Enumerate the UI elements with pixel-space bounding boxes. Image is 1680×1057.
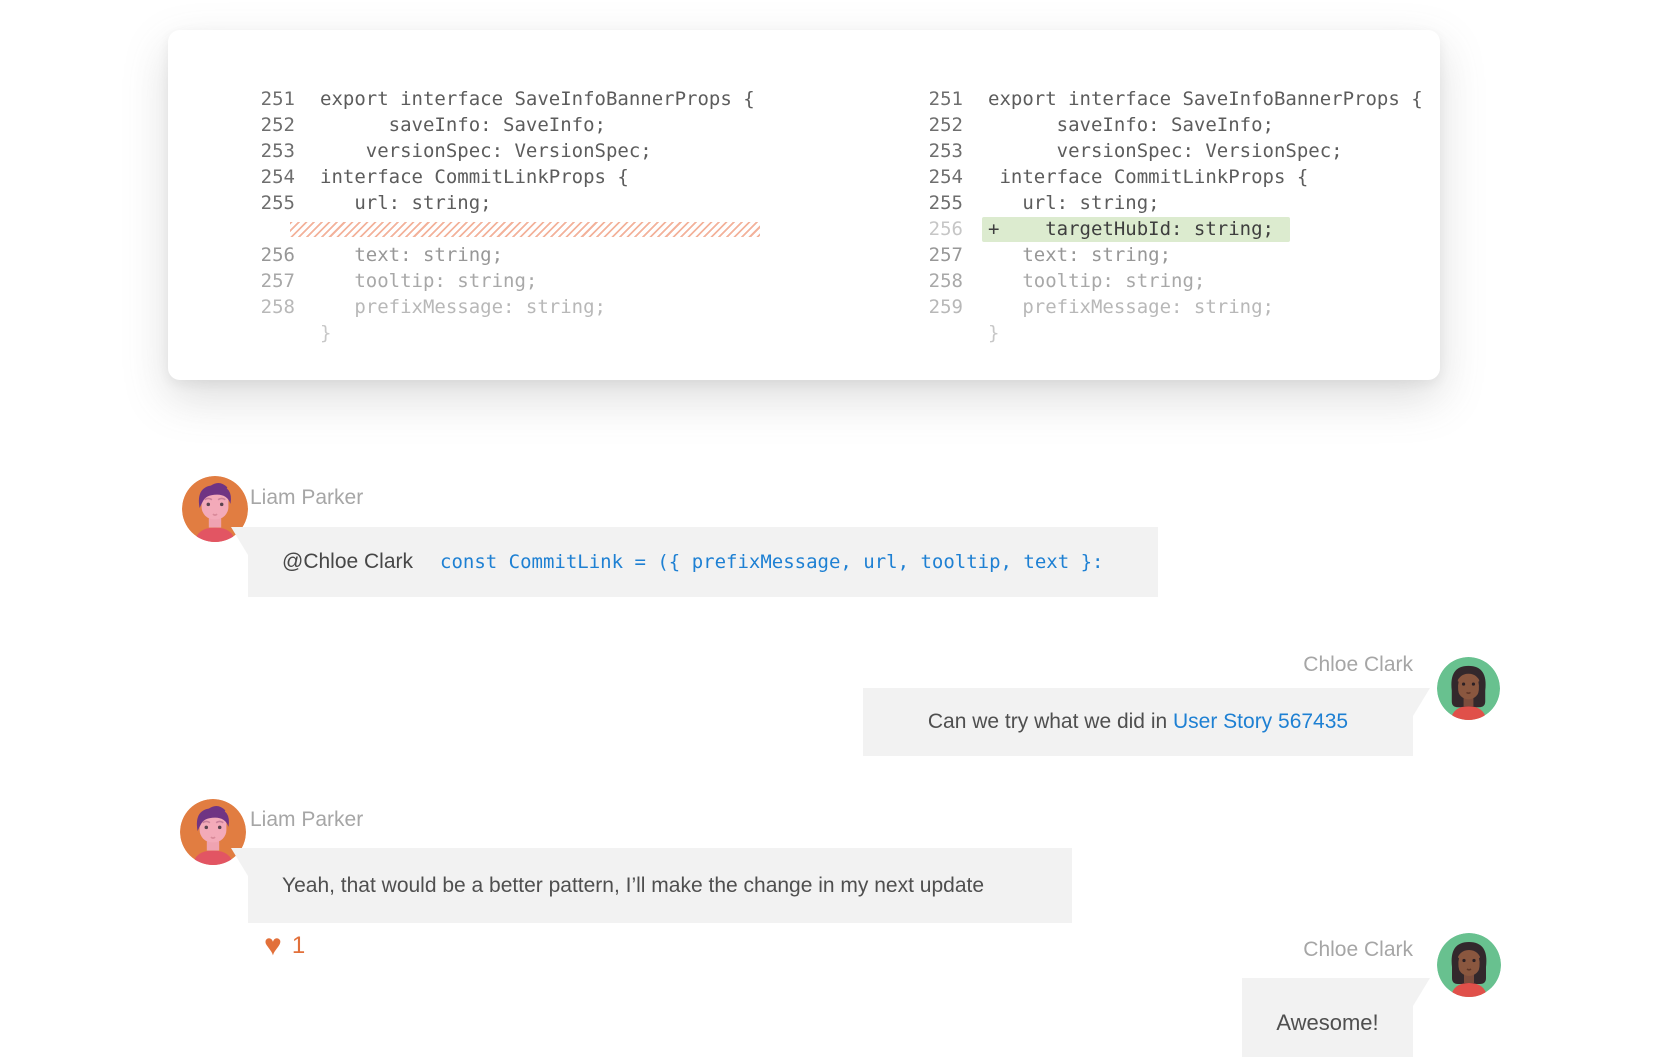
line-code: text: string;: [320, 244, 503, 266]
line-number: 255: [838, 192, 963, 214]
line-number: 255: [170, 192, 295, 214]
heart-reaction[interactable]: ♥ 1: [264, 931, 305, 961]
chat-bubble: @Chloe Clark const CommitLink = ({ prefi…: [248, 527, 1158, 597]
diff-line: 253 versionSpec: VersionSpec;: [170, 138, 760, 164]
diff-line: }: [838, 320, 1423, 346]
line-number: 253: [170, 140, 295, 162]
diff-line: 256 text: string;: [170, 242, 760, 268]
diff-line: 255 url: string;: [170, 190, 760, 216]
author-name: Chloe Clark: [1303, 938, 1413, 962]
diff-line: }: [170, 320, 760, 346]
line-code: prefixMessage: string;: [320, 296, 606, 318]
line-number: 257: [170, 270, 295, 292]
line-number: 253: [838, 140, 963, 162]
line-code: saveInfo: SaveInfo;: [320, 114, 606, 136]
diff-line: 258 prefixMessage: string;: [170, 294, 760, 320]
line-number: 256: [170, 244, 295, 266]
line-code: url: string;: [988, 192, 1160, 214]
line-code: interface CommitLinkProps {: [320, 166, 629, 188]
author-name: Liam Parker: [250, 486, 363, 510]
user-story-link[interactable]: User Story 567435: [1173, 710, 1348, 734]
author-name: Chloe Clark: [1303, 653, 1413, 677]
diff-line: 255 url: string;: [838, 190, 1423, 216]
inline-code: const CommitLink = ({ prefixMessage, url…: [440, 551, 1103, 573]
line-code: tooltip: string;: [988, 270, 1205, 292]
diff-line: 251 export interface SaveInfoBannerProps …: [838, 86, 1423, 112]
line-number: 257: [838, 244, 963, 266]
line-number: 254: [838, 166, 963, 188]
line-number: 252: [838, 114, 963, 136]
diff-line: 257 text: string;: [838, 242, 1423, 268]
chat-bubble: Yeah, that would be a better pattern, I’…: [248, 848, 1072, 923]
line-number: 256: [838, 218, 963, 240]
line-code: export interface SaveInfoBannerProps {: [988, 88, 1423, 110]
chloe-avatar: [1437, 933, 1501, 997]
message-text: Can we try what we did in: [928, 710, 1173, 734]
diff-line: 253 versionSpec: VersionSpec;: [838, 138, 1423, 164]
bubble-tail: [1413, 978, 1430, 1006]
line-number: 258: [838, 270, 963, 292]
message-text: Awesome!: [1276, 1010, 1378, 1036]
code-review-mock: 251 export interface SaveInfoBannerProps …: [0, 0, 1680, 1057]
line-number: 251: [170, 88, 295, 110]
line-number: 259: [838, 296, 963, 318]
line-number: 252: [170, 114, 295, 136]
line-code: url: string;: [320, 192, 492, 214]
diff-line: 259 prefixMessage: string;: [838, 294, 1423, 320]
diff-panel-original: 251 export interface SaveInfoBannerProps …: [170, 86, 760, 346]
diff-line: 257 tooltip: string;: [170, 268, 760, 294]
reaction-count: 1: [292, 931, 305, 961]
diff-hatch-placeholder: [290, 222, 760, 237]
author-name: Liam Parker: [250, 808, 363, 832]
diff-added-line: 256 + targetHubId: string;: [838, 216, 1423, 242]
line-code: versionSpec: VersionSpec;: [320, 140, 652, 162]
bubble-tail: [1413, 688, 1430, 716]
heart-icon: ♥: [264, 931, 282, 961]
diff-line: 258 tooltip: string;: [838, 268, 1423, 294]
line-code: export interface SaveInfoBannerProps {: [320, 88, 755, 110]
diff-line: 254 interface CommitLinkProps {: [170, 164, 760, 190]
diff-line: 254 interface CommitLinkProps {: [838, 164, 1423, 190]
line-code: + targetHubId: string;: [982, 217, 1290, 242]
chat-bubble: Awesome!: [1242, 978, 1413, 1057]
line-code: tooltip: string;: [320, 270, 537, 292]
line-code: versionSpec: VersionSpec;: [988, 140, 1343, 162]
line-code: interface CommitLinkProps {: [988, 166, 1308, 188]
diff-line: 252 saveInfo: SaveInfo;: [838, 112, 1423, 138]
line-code: }: [988, 322, 999, 344]
line-code: saveInfo: SaveInfo;: [988, 114, 1274, 136]
diff-card: 251 export interface SaveInfoBannerProps …: [168, 30, 1440, 380]
line-code: }: [320, 322, 331, 344]
message-text: Yeah, that would be a better pattern, I’…: [282, 874, 984, 898]
diff-placeholder-row: [170, 216, 760, 242]
diff-panel-modified: 251 export interface SaveInfoBannerProps …: [838, 86, 1423, 346]
line-code: prefixMessage: string;: [988, 296, 1274, 318]
line-number: 251: [838, 88, 963, 110]
chat-bubble: Can we try what we did in User Story 567…: [863, 688, 1413, 756]
chloe-avatar: [1437, 657, 1500, 720]
diff-line: 252 saveInfo: SaveInfo;: [170, 112, 760, 138]
line-number: 254: [170, 166, 295, 188]
line-code: text: string;: [988, 244, 1171, 266]
diff-line: 251 export interface SaveInfoBannerProps …: [170, 86, 760, 112]
mention-text: @Chloe Clark: [282, 550, 413, 574]
line-number: 258: [170, 296, 295, 318]
